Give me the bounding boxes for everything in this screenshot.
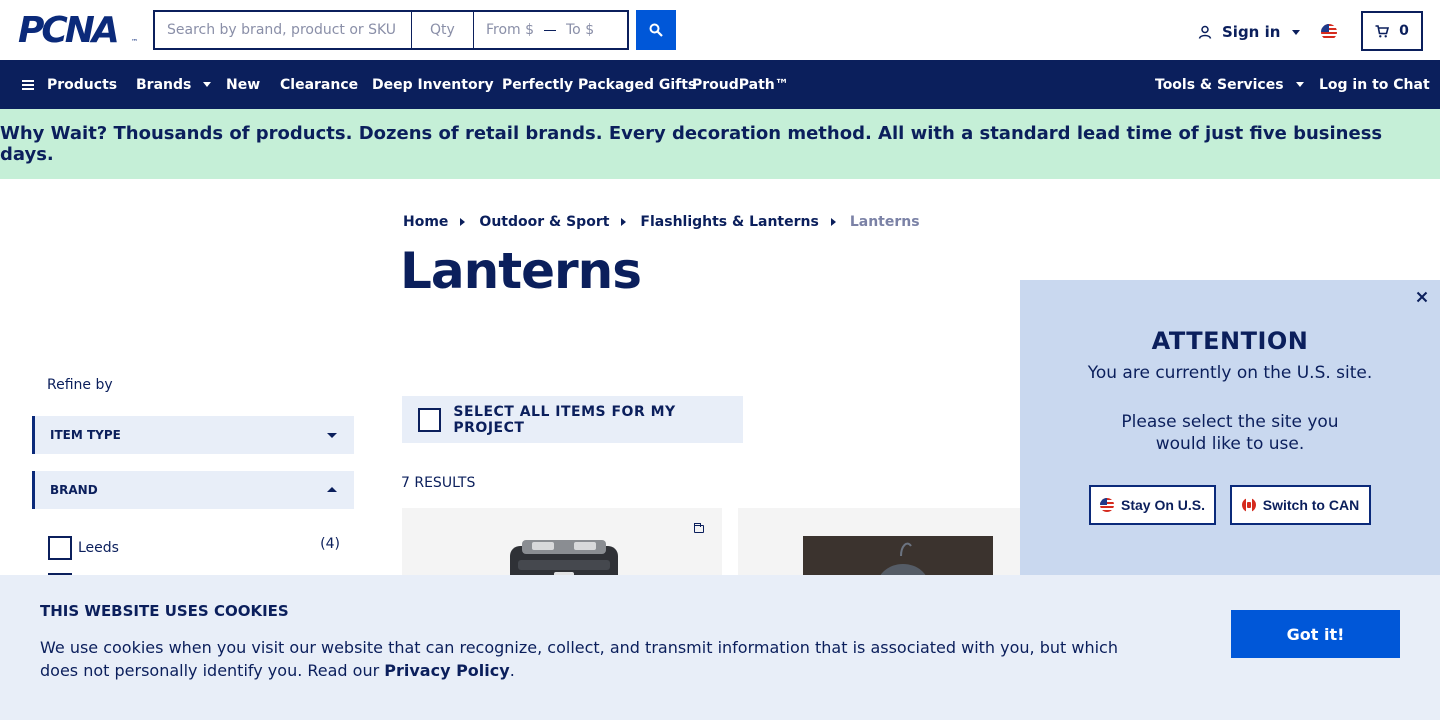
us-flag-icon[interactable] (1321, 24, 1337, 40)
breadcrumb-flashlights-lanterns[interactable]: Flashlights & Lanterns (640, 214, 818, 230)
us-flag-icon (1099, 498, 1114, 512)
user-icon (1198, 25, 1212, 39)
facet-item-type[interactable]: ITEM TYPE (32, 416, 354, 454)
cookie-title: THIS WEBSITE USES COOKIES (40, 602, 289, 620)
chevron-up-icon (327, 487, 337, 492)
nav-chat[interactable]: Log in to Chat (1319, 60, 1430, 109)
nav-tools-services[interactable]: Tools & Services (1155, 60, 1304, 109)
nav-brands-label: Brands (136, 76, 192, 93)
results-count: 7 RESULTS (401, 475, 476, 491)
nav-proudpath[interactable]: ProudPath™ (692, 60, 789, 109)
price-from-input[interactable] (486, 22, 538, 38)
price-to-input[interactable] (566, 22, 618, 38)
price-range-dash (544, 29, 556, 31)
privacy-policy-link[interactable]: Privacy Policy (384, 661, 509, 680)
nav-clearance[interactable]: Clearance (280, 60, 358, 109)
promo-text: Why Wait? Thousands of products. Dozens … (0, 123, 1383, 165)
search-icon (649, 23, 663, 37)
cookie-banner: THIS WEBSITE USES COOKIES We use cookies… (0, 575, 1440, 720)
country-select-modal: ATTENTION You are currently on the U.S. … (1020, 280, 1440, 580)
nav-brands[interactable]: Brands (136, 60, 212, 109)
nav-products-label: Products (47, 76, 118, 93)
facet-brand[interactable]: BRAND (32, 471, 354, 509)
promo-banner: Why Wait? Thousands of products. Dozens … (0, 109, 1440, 179)
nav-new[interactable]: New (226, 60, 260, 109)
brand-filter-row[interactable]: Leeds (4) (48, 536, 340, 560)
refine-by-label: Refine by (47, 377, 113, 393)
trademark-mark: ™ (131, 38, 138, 46)
page-title: Lanterns (400, 242, 642, 300)
sign-in-label: Sign in (1222, 23, 1281, 41)
switch-can-label: Switch to CAN (1262, 497, 1360, 513)
facet-item-type-label: ITEM TYPE (50, 428, 121, 442)
close-icon[interactable] (1416, 291, 1428, 303)
facet-brand-label: BRAND (50, 483, 98, 497)
select-all-label: SELECT ALL ITEMS FOR MY PROJECT (453, 403, 676, 436)
modal-current-site-text: You are currently on the U.S. site. (1087, 363, 1373, 383)
cart-count: 0 (1399, 23, 1409, 39)
chevron-down-icon (1295, 82, 1304, 87)
search-input[interactable] (155, 12, 412, 48)
modal-prompt-line-1: Please select the site you (1121, 412, 1339, 432)
breadcrumb: Home Outdoor & Sport Flashlights & Lante… (403, 212, 920, 232)
nav-gifts[interactable]: Perfectly Packaged Gifts (502, 60, 696, 109)
breadcrumb-home[interactable]: Home (403, 214, 448, 230)
nav-deep-inventory[interactable]: Deep Inventory (372, 60, 494, 109)
breadcrumb-outdoor-sport[interactable]: Outdoor & Sport (479, 214, 609, 230)
menu-icon (22, 79, 34, 90)
cart-icon (1375, 24, 1390, 37)
cookie-text: We use cookies when you visit our websit… (40, 636, 1150, 682)
search-group (153, 10, 629, 50)
nav-tools-label: Tools & Services (1155, 76, 1284, 93)
cookie-period: . (509, 661, 515, 680)
search-button[interactable] (636, 10, 676, 50)
switch-can-button[interactable]: Switch to CAN (1230, 485, 1371, 525)
modal-title: ATTENTION (1151, 327, 1309, 355)
price-range (474, 12, 627, 48)
chevron-right-icon (621, 218, 627, 226)
folder-icon[interactable] (694, 523, 704, 533)
chevron-right-icon (830, 218, 836, 226)
qty-input[interactable] (412, 12, 474, 48)
sign-in-menu[interactable]: Sign in (1198, 22, 1301, 42)
brand-name: Leeds (78, 540, 119, 556)
top-header: PCNA ™ Sign in 0 (0, 0, 1440, 60)
brand-count: (4) (320, 536, 340, 552)
brand-checkbox[interactable] (48, 536, 72, 560)
pcna-logo[interactable]: PCNA ™ (18, 13, 138, 49)
canada-flag-icon (1241, 498, 1256, 512)
chevron-right-icon (460, 218, 466, 226)
cookie-body: We use cookies when you visit our websit… (40, 638, 1118, 680)
chevron-down-icon (327, 433, 337, 438)
modal-prompt-line-2: would like to use. (1155, 434, 1305, 454)
nav-products[interactable]: Products (22, 60, 117, 109)
main-nav: Products Brands New Clearance Deep Inven… (0, 60, 1440, 109)
stay-us-label: Stay On U.S. (1120, 497, 1206, 513)
logo-text: PCNA (18, 10, 120, 51)
cart-button[interactable]: 0 (1361, 11, 1423, 51)
select-all-checkbox[interactable] (418, 407, 442, 432)
select-all-bar[interactable]: SELECT ALL ITEMS FOR MY PROJECT (402, 396, 743, 443)
accept-cookies-button[interactable]: Got it! (1231, 610, 1400, 658)
stay-us-button[interactable]: Stay On U.S. (1089, 485, 1216, 525)
chevron-down-icon (203, 82, 212, 87)
breadcrumb-current: Lanterns (849, 214, 920, 230)
chevron-down-icon (1292, 29, 1301, 35)
